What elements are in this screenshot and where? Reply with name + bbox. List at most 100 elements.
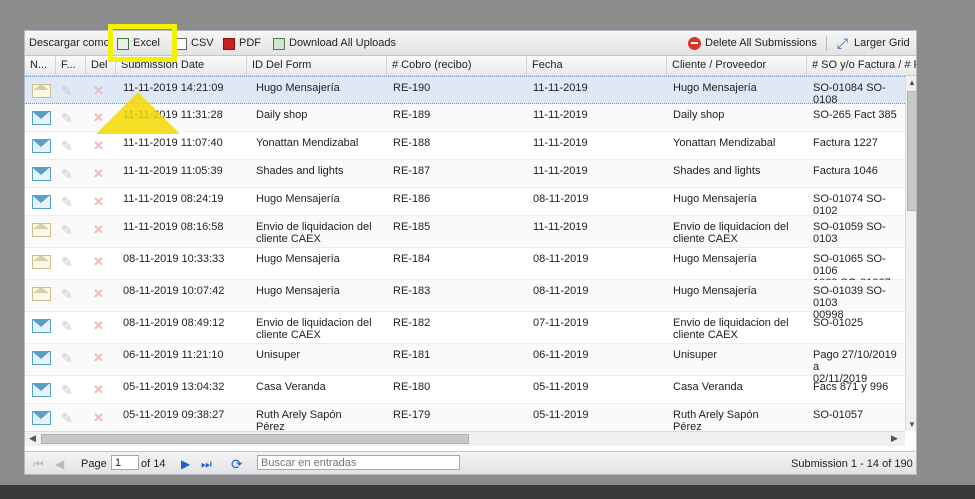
pencil-icon[interactable]: ✎ bbox=[61, 84, 77, 98]
pdf-icon bbox=[223, 37, 235, 50]
cell-cobro: RE-181 bbox=[393, 349, 431, 361]
download-as-label: Descargar como bbox=[29, 37, 110, 49]
pencil-icon[interactable]: ✎ bbox=[61, 351, 77, 365]
pencil-icon[interactable]: ✎ bbox=[61, 111, 77, 125]
column-header-fecha[interactable]: Fecha bbox=[527, 56, 667, 75]
next-page-icon[interactable]: ▶ bbox=[181, 457, 190, 472]
cell-form-id: Casa Veranda bbox=[256, 381, 326, 393]
table-row[interactable]: ✎ ✕ 11-11-2019 08:16:58 Envio de liquidacio… bbox=[25, 216, 905, 248]
bottom-bar bbox=[0, 485, 975, 499]
table-row[interactable]: ✎ ✕ 08-11-2019 10:07:42 Hugo Mensajería RE-1… bbox=[25, 280, 905, 321]
delete-all-button[interactable]: Delete All Submissions bbox=[688, 36, 817, 51]
envelope-icon[interactable] bbox=[32, 351, 51, 365]
delete-icon[interactable]: ✕ bbox=[93, 287, 104, 300]
delete-icon[interactable]: ✕ bbox=[93, 351, 104, 364]
toolbar-divider bbox=[826, 36, 827, 51]
cell-form-id: Unisuper bbox=[256, 349, 301, 361]
column-header-cliente[interactable]: Cliente / Proveedor bbox=[667, 56, 807, 75]
cell-so-factura: SO-01025 bbox=[813, 317, 864, 329]
larger-grid-label: Larger Grid bbox=[854, 37, 910, 49]
delete-icon[interactable]: ✕ bbox=[93, 319, 104, 332]
delete-icon[interactable]: ✕ bbox=[93, 195, 104, 208]
cell-cliente: Hugo Mensajería bbox=[673, 285, 757, 297]
pdf-button[interactable]: PDF bbox=[223, 36, 261, 51]
cell-form-id: Hugo Mensajería bbox=[256, 193, 340, 205]
column-header-notification[interactable]: N... bbox=[25, 56, 56, 75]
excel-highlight-box bbox=[108, 24, 177, 62]
vertical-scroll-thumb[interactable] bbox=[907, 91, 916, 211]
table-row[interactable]: ✎ ✕ 05-11-2019 09:38:27 Ruth Arely Sapón Pé… bbox=[25, 404, 905, 431]
pencil-icon[interactable]: ✎ bbox=[61, 287, 77, 301]
cell-form-id: Envio de liquidacion del cliente CAEX bbox=[256, 221, 372, 245]
vertical-scrollbar[interactable]: ▲ ▼ bbox=[905, 76, 916, 431]
cell-cliente: Envio de liquidacion del cliente CAEX bbox=[673, 221, 789, 245]
pencil-icon[interactable]: ✎ bbox=[61, 255, 77, 269]
table-row[interactable]: ✎ ✕ 11-11-2019 11:05:39 Shades and lights RE… bbox=[25, 160, 905, 188]
cell-so-factura: SO-01059 SO-0103 bbox=[813, 221, 886, 245]
cell-cliente: Ruth Arely Sapón Pérez bbox=[673, 409, 759, 431]
csv-button[interactable]: CSV bbox=[175, 36, 214, 51]
refresh-icon[interactable]: ⟳ bbox=[231, 457, 243, 472]
cell-form-id: Shades and lights bbox=[256, 165, 344, 177]
scroll-left-arrow[interactable]: ◀ bbox=[29, 433, 36, 444]
pencil-icon[interactable]: ✎ bbox=[61, 139, 77, 153]
envelope-icon[interactable] bbox=[32, 139, 51, 153]
table-row[interactable]: ✎ ✕ 06-11-2019 11:21:10 Unisuper RE-181 06-11… bbox=[25, 344, 905, 385]
column-header-cobro[interactable]: # Cobro (recibo) bbox=[387, 56, 527, 75]
column-header-flag[interactable]: F... bbox=[56, 56, 86, 75]
cell-cobro: RE-183 bbox=[393, 285, 431, 297]
delete-icon[interactable]: ✕ bbox=[93, 411, 104, 424]
scroll-right-arrow[interactable]: ▶ bbox=[891, 433, 898, 444]
pencil-icon[interactable]: ✎ bbox=[61, 167, 77, 181]
cell-so-factura: Factura 1227 bbox=[813, 137, 878, 149]
cell-cobro: RE-188 bbox=[393, 137, 431, 149]
cell-fecha: 11-11-2019 bbox=[533, 165, 588, 177]
first-page-icon[interactable]: ⏮ bbox=[33, 457, 44, 472]
delete-icon[interactable]: ✕ bbox=[93, 167, 104, 180]
table-row[interactable]: ✎ ✕ 11-11-2019 08:24:19 Hugo Mensajería RE-1… bbox=[25, 188, 905, 217]
table-row[interactable]: ✎ ✕ 08-11-2019 10:33:33 Hugo Mensajería RE-1… bbox=[25, 248, 905, 289]
horizontal-scroll-thumb[interactable] bbox=[41, 434, 469, 444]
envelope-icon[interactable] bbox=[32, 84, 51, 98]
larger-grid-button[interactable]: ⤢ Larger Grid bbox=[835, 36, 910, 51]
pencil-icon[interactable]: ✎ bbox=[61, 319, 77, 333]
delete-icon[interactable]: ✕ bbox=[93, 383, 104, 396]
cell-submission-date: 05-11-2019 09:38:27 bbox=[123, 409, 225, 421]
pointer-arrow-icon bbox=[96, 92, 180, 134]
page-count-label: of 14 bbox=[141, 458, 166, 470]
pagination-bar: ⏮ ◀ Page of 14 ▶ ⏭ ⟳ Submission 1 - 14 o… bbox=[25, 451, 916, 474]
cell-so-factura: SO-01057 bbox=[813, 409, 864, 421]
pencil-icon[interactable]: ✎ bbox=[61, 195, 77, 209]
horizontal-scrollbar[interactable]: ◀ ▶ bbox=[25, 431, 905, 446]
table-row[interactable]: ✎ ✕ 08-11-2019 08:49:12 Envio de liquidacio… bbox=[25, 312, 905, 344]
delete-icon[interactable]: ✕ bbox=[93, 255, 104, 268]
download-all-button[interactable]: Download All Uploads bbox=[273, 36, 396, 51]
envelope-icon[interactable] bbox=[32, 255, 51, 269]
scroll-up-arrow[interactable]: ▲ bbox=[908, 78, 916, 87]
envelope-icon[interactable] bbox=[32, 383, 51, 397]
delete-icon[interactable]: ✕ bbox=[93, 223, 104, 236]
envelope-icon[interactable] bbox=[32, 287, 51, 301]
envelope-icon[interactable] bbox=[32, 195, 51, 209]
envelope-icon[interactable] bbox=[32, 167, 51, 181]
envelope-icon[interactable] bbox=[32, 223, 51, 237]
table-row[interactable]: ✎ ✕ 05-11-2019 13:04:32 Casa Veranda RE-180 0… bbox=[25, 376, 905, 404]
cell-fecha: 08-11-2019 bbox=[533, 193, 589, 205]
envelope-icon[interactable] bbox=[32, 111, 51, 125]
prev-page-icon[interactable]: ◀ bbox=[55, 457, 64, 472]
column-header-so-factura[interactable]: # SO y/o Factura / # F bbox=[807, 56, 916, 75]
pencil-icon[interactable]: ✎ bbox=[61, 223, 77, 237]
page-number-input[interactable] bbox=[111, 455, 139, 470]
cell-cobro: RE-182 bbox=[393, 317, 431, 329]
column-header-form-id[interactable]: ID Del Form bbox=[247, 56, 387, 75]
search-input[interactable] bbox=[257, 455, 460, 470]
cell-so-factura: Facs 871 y 996 bbox=[813, 381, 889, 393]
pencil-icon[interactable]: ✎ bbox=[61, 411, 77, 425]
envelope-icon[interactable] bbox=[32, 319, 51, 333]
delete-icon[interactable]: ✕ bbox=[93, 139, 104, 152]
envelope-icon[interactable] bbox=[32, 411, 51, 425]
pencil-icon[interactable]: ✎ bbox=[61, 383, 77, 397]
last-page-icon[interactable]: ⏭ bbox=[201, 457, 212, 472]
cell-so-factura: SO-01084 SO-0108 bbox=[813, 82, 886, 106]
scroll-down-arrow[interactable]: ▼ bbox=[908, 420, 916, 429]
